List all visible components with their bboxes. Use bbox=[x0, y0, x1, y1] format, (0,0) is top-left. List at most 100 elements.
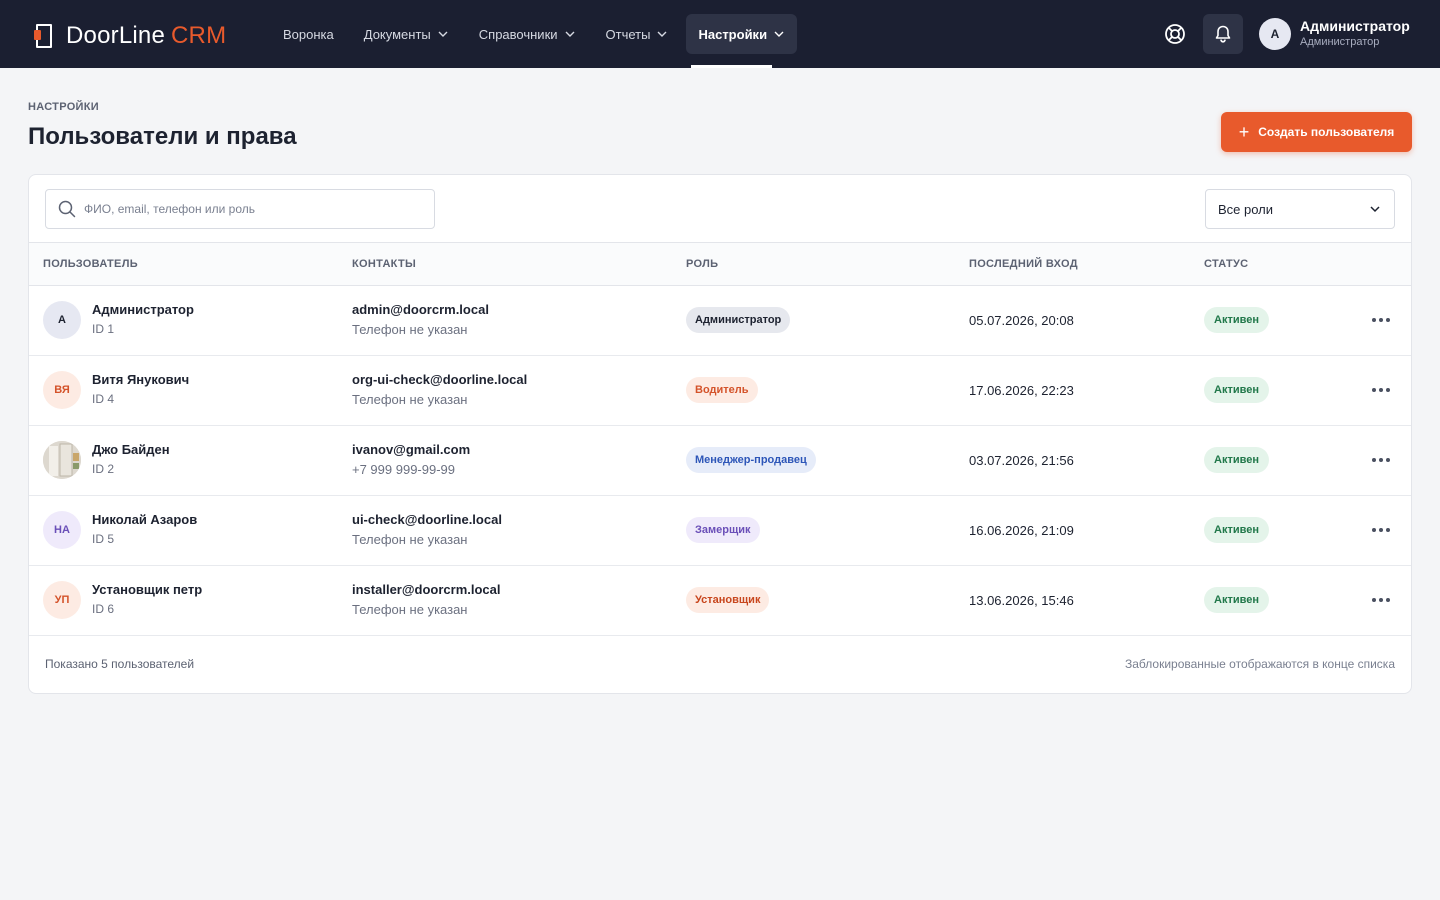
nav-item-label: Справочники bbox=[478, 26, 558, 42]
table-row[interactable]: А Администратор ID 1 admin@doorcrm.local Тел… bbox=[29, 286, 1411, 356]
door-logo-icon bbox=[34, 23, 54, 49]
user-photo-icon bbox=[43, 441, 81, 479]
user-id: ID 6 bbox=[92, 602, 115, 616]
user-phone: Телефон не указан bbox=[352, 532, 468, 547]
create-user-button[interactable]: + Создать пользователя bbox=[1221, 112, 1412, 152]
search-icon bbox=[58, 200, 76, 218]
column-header-last-login: ПОСЛЕДНИЙ ВХОД bbox=[969, 258, 1078, 270]
last-login: 17.06.2026, 22:23 bbox=[969, 383, 1074, 398]
nav-item-documents[interactable]: Документы bbox=[352, 14, 461, 54]
blocked-note: Заблокированные отображаются в конце спи… bbox=[1125, 657, 1395, 671]
avatar-initials: ВЯ bbox=[54, 384, 70, 396]
more-dot bbox=[1386, 388, 1390, 392]
avatar: А bbox=[1259, 18, 1291, 50]
table-row[interactable]: ВЯ Витя Янукович ID 4 org-ui-check@doorline… bbox=[29, 356, 1411, 426]
row-actions-button[interactable] bbox=[1367, 378, 1395, 402]
app-logo[interactable]: DoorLine CRM bbox=[34, 22, 226, 50]
user-menu[interactable]: А Администратор Администратор bbox=[1259, 17, 1410, 51]
role-badge: Установщик bbox=[686, 587, 770, 613]
role-filter-select[interactable]: Все роли bbox=[1205, 189, 1395, 229]
row-actions-button[interactable] bbox=[1367, 308, 1395, 332]
user-email: ui-check@doorline.local bbox=[352, 512, 502, 527]
status-badge: Активен bbox=[1204, 447, 1269, 473]
nav-item-label: Настройки bbox=[698, 26, 768, 42]
nav-item-references[interactable]: Справочники bbox=[467, 14, 588, 54]
column-header-role: РОЛЬ bbox=[686, 258, 719, 270]
nav-item-funnel[interactable]: Воронка bbox=[271, 14, 346, 54]
avatar: НА bbox=[43, 511, 81, 549]
more-dot bbox=[1379, 598, 1383, 602]
row-actions-button[interactable] bbox=[1367, 518, 1395, 542]
table-row[interactable]: УП Установщик петр ID 6 installer@doorcrm.l… bbox=[29, 566, 1411, 636]
logo-accent-text: CRM bbox=[171, 22, 227, 49]
last-login: 03.07.2026, 21:56 bbox=[969, 453, 1074, 468]
user-name[interactable]: Джо Байден bbox=[92, 442, 170, 457]
table-row[interactable]: НА Николай Азаров ID 5 ui-check@doorline.lo… bbox=[29, 496, 1411, 566]
more-dot bbox=[1386, 598, 1390, 602]
more-dot bbox=[1372, 598, 1376, 602]
last-login: 13.06.2026, 15:46 bbox=[969, 593, 1074, 608]
nav-item-reports[interactable]: Отчеты bbox=[594, 14, 681, 54]
column-header-user: ПОЛЬЗОВАТЕЛЬ bbox=[43, 258, 138, 270]
chevron-down-icon bbox=[774, 31, 784, 37]
more-dot bbox=[1379, 318, 1383, 322]
users-count: Показано 5 пользователей bbox=[45, 657, 195, 671]
user-name[interactable]: Администратор bbox=[92, 302, 194, 317]
search-input[interactable] bbox=[84, 202, 424, 216]
more-dot bbox=[1372, 528, 1376, 532]
user-phone: Телефон не указан bbox=[352, 322, 468, 337]
row-actions-button[interactable] bbox=[1367, 448, 1395, 472]
avatar bbox=[43, 441, 81, 479]
more-dot bbox=[1372, 388, 1376, 392]
more-dot bbox=[1386, 318, 1390, 322]
user-id: ID 1 bbox=[92, 322, 115, 336]
user-name[interactable]: Витя Янукович bbox=[92, 372, 189, 387]
bell-icon bbox=[1215, 25, 1231, 43]
nav-item-label: Документы bbox=[363, 26, 431, 42]
avatar-initials: А bbox=[58, 314, 66, 326]
logo-main-text: DoorLine bbox=[66, 22, 165, 49]
row-actions-button[interactable] bbox=[1367, 588, 1395, 612]
more-dot bbox=[1372, 458, 1376, 462]
user-phone: +7 999 999-99-99 bbox=[352, 462, 456, 477]
create-user-button-label: Создать пользователя bbox=[1258, 125, 1395, 139]
active-nav-indicator bbox=[691, 65, 772, 68]
help-button[interactable] bbox=[1155, 14, 1195, 54]
user-id: ID 2 bbox=[92, 462, 115, 476]
status-badge: Активен bbox=[1204, 307, 1269, 333]
more-dot bbox=[1379, 458, 1383, 462]
user-id: ID 4 bbox=[92, 392, 115, 406]
table-row[interactable]: Джо Байден ID 2 ivanov@gmail.com +7 999 999… bbox=[29, 426, 1411, 496]
more-dot bbox=[1372, 318, 1376, 322]
user-phone: Телефон не указан bbox=[352, 602, 468, 617]
user-email: ivanov@gmail.com bbox=[352, 442, 471, 457]
chevron-down-icon bbox=[438, 31, 448, 37]
plus-icon: + bbox=[1238, 122, 1250, 142]
role-badge: Водитель bbox=[686, 377, 758, 403]
status-badge: Активен bbox=[1204, 377, 1269, 403]
role-filter-value: Все роли bbox=[1218, 201, 1274, 217]
user-email: installer@doorcrm.local bbox=[352, 582, 501, 597]
user-name[interactable]: Установщик петр bbox=[92, 582, 202, 597]
last-login: 16.06.2026, 21:09 bbox=[969, 523, 1074, 538]
current-user-role: Администратор bbox=[1300, 36, 1380, 48]
more-dot bbox=[1386, 458, 1390, 462]
user-id: ID 5 bbox=[92, 532, 115, 546]
column-header-status: СТАТУС bbox=[1204, 258, 1249, 270]
user-name[interactable]: Николай Азаров bbox=[92, 512, 197, 527]
table-header: ПОЛЬЗОВАТЕЛЬ КОНТАКТЫ РОЛЬ ПОСЛЕДНИЙ ВХО… bbox=[29, 242, 1411, 286]
avatar-initials: УП bbox=[54, 594, 70, 606]
avatar: УП bbox=[43, 581, 81, 619]
notifications-button[interactable] bbox=[1203, 14, 1243, 54]
top-navbar: DoorLine CRM Воронка Документы Справочник… bbox=[0, 0, 1440, 68]
status-badge: Активен bbox=[1204, 517, 1269, 543]
column-header-contacts: КОНТАКТЫ bbox=[352, 258, 417, 270]
breadcrumb: НАСТРОЙКИ bbox=[28, 101, 99, 113]
nav-item-settings[interactable]: Настройки bbox=[686, 14, 798, 54]
search-box bbox=[45, 189, 435, 229]
more-dot bbox=[1379, 388, 1383, 392]
user-email: admin@doorcrm.local bbox=[352, 302, 489, 317]
users-card: Все роли ПОЛЬЗОВАТЕЛЬ КОНТАКТЫ РОЛЬ ПОСЛ… bbox=[28, 174, 1412, 694]
page-title: Пользователи и права bbox=[28, 123, 297, 150]
role-badge: Менеджер-продавец bbox=[686, 447, 816, 473]
